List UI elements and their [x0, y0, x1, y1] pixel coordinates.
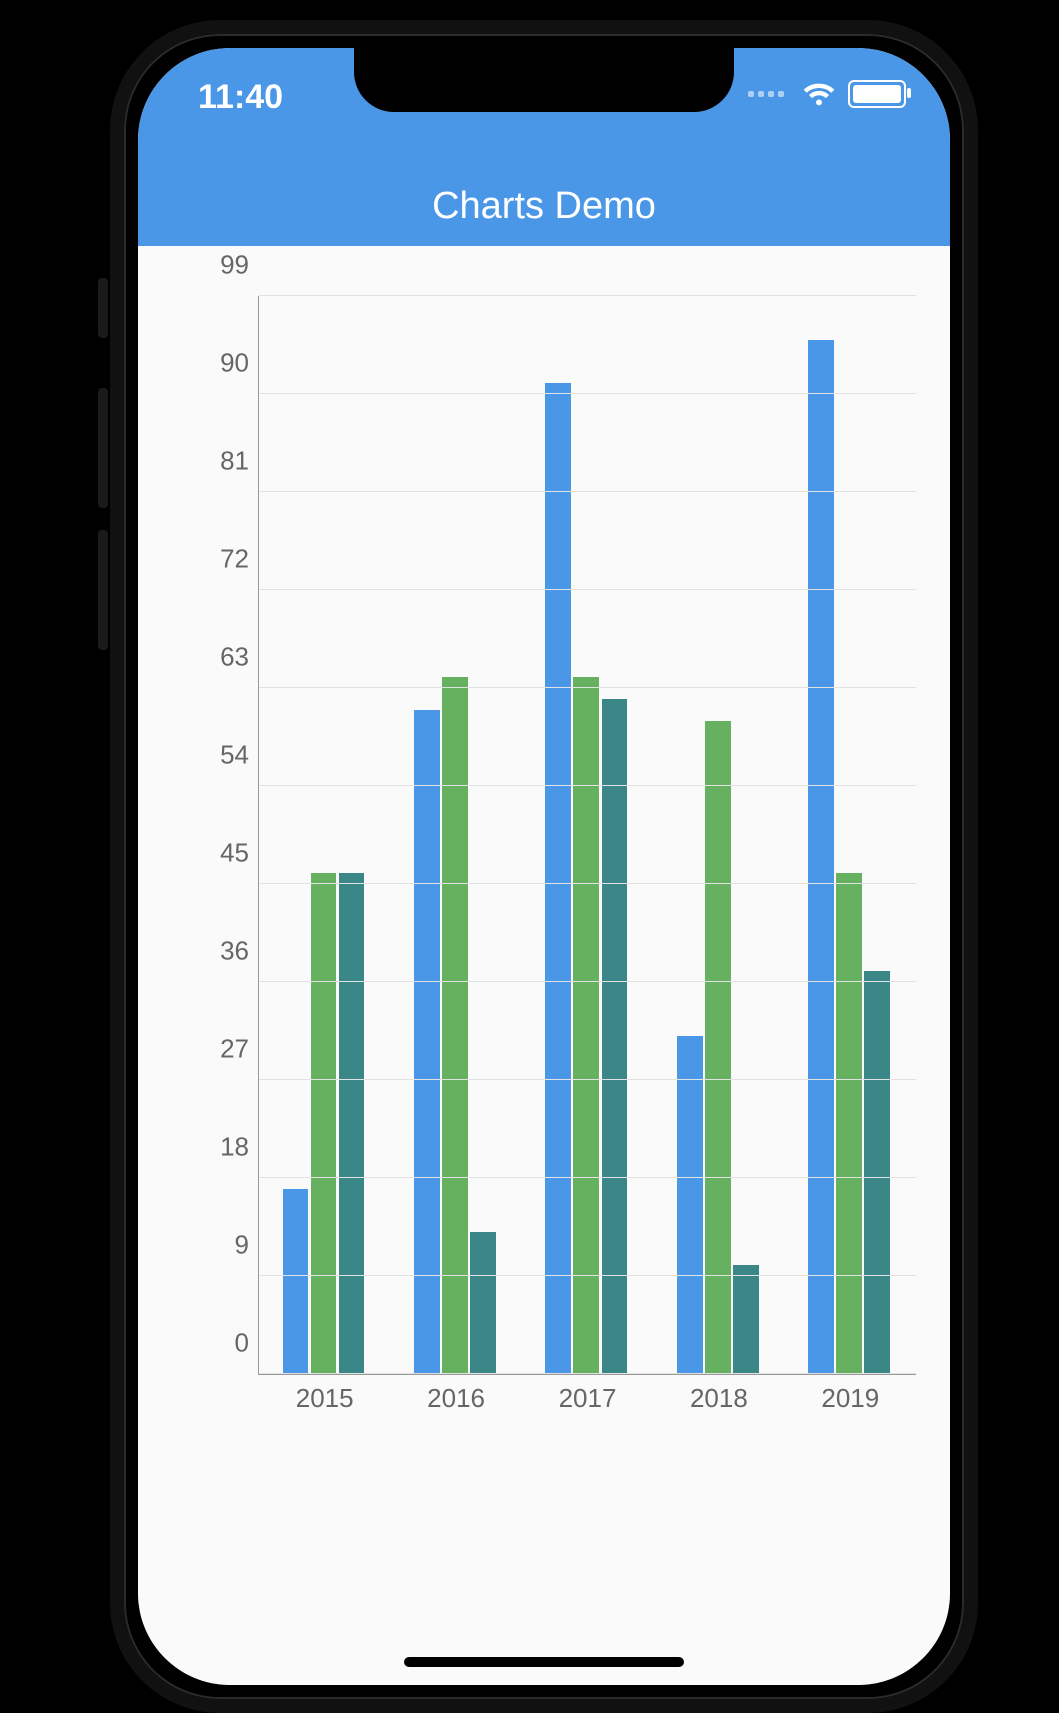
bar[interactable] [442, 677, 468, 1374]
y-tick-label: 90 [201, 348, 249, 379]
nav-bar: Charts Demo [138, 166, 950, 246]
y-tick-label: 72 [201, 544, 249, 575]
plot-area: 0918273645546372819099201520162017201820… [258, 296, 916, 1375]
gridline [259, 785, 916, 786]
bar[interactable] [545, 383, 571, 1374]
gridline [259, 1275, 916, 1276]
mute-switch [98, 278, 108, 338]
bar[interactable] [836, 873, 862, 1374]
wifi-icon [802, 82, 836, 106]
cellular-icon [748, 91, 784, 97]
bar[interactable] [677, 1036, 703, 1374]
gridline [259, 1177, 916, 1178]
y-tick-label: 99 [201, 250, 249, 281]
gridline [259, 1079, 916, 1080]
notch [354, 48, 734, 112]
bar[interactable] [705, 721, 731, 1374]
y-tick-label: 45 [201, 838, 249, 869]
status-time: 11:40 [198, 78, 283, 117]
bar[interactable] [470, 1232, 496, 1374]
gridline [259, 883, 916, 884]
screen: 11:40 Charts Demo 0 9 18 27 36 45 54 63 72 81 90 99… [138, 48, 950, 1685]
bar[interactable] [808, 340, 834, 1374]
gridline [259, 589, 916, 590]
y-tick-label: 81 [201, 446, 249, 477]
nav-title: Charts Demo [432, 185, 656, 228]
phone-frame: 11:40 Charts Demo 0 9 18 27 36 45 54 63 72 81 90 99… [110, 20, 978, 1713]
x-tick-label: 2016 [427, 1383, 485, 1414]
gridline [259, 393, 916, 394]
gridline [259, 1373, 916, 1374]
gridline [259, 491, 916, 492]
bar-chart[interactable]: 0918273645546372819099201520162017201820… [182, 276, 926, 1425]
y-tick-label: 63 [201, 642, 249, 673]
y-tick-label: 0 [201, 1328, 249, 1359]
x-tick-label: 2019 [821, 1383, 879, 1414]
volume-down-button [98, 530, 108, 650]
x-tick-label: 2015 [296, 1383, 354, 1414]
y-tick-label: 9 [201, 1230, 249, 1261]
battery-icon [848, 80, 906, 108]
bar[interactable] [602, 699, 628, 1374]
home-indicator[interactable] [404, 1657, 684, 1667]
y-tick-label: 27 [201, 1034, 249, 1065]
bar[interactable] [283, 1189, 309, 1374]
x-tick-label: 2018 [690, 1383, 748, 1414]
bar[interactable] [573, 677, 599, 1374]
y-tick-label: 54 [201, 740, 249, 771]
gridline [259, 981, 916, 982]
y-tick-label: 36 [201, 936, 249, 967]
bar[interactable] [733, 1265, 759, 1374]
bar[interactable] [311, 873, 337, 1374]
content-area: 0 9 18 27 36 45 54 63 72 81 90 99 2015 2016 2017 2018 20… [138, 246, 950, 1685]
status-icons [748, 80, 906, 108]
volume-up-button [98, 388, 108, 508]
y-tick-label: 18 [201, 1132, 249, 1163]
bar[interactable] [864, 971, 890, 1374]
x-tick-label: 2017 [559, 1383, 617, 1414]
bar[interactable] [339, 873, 365, 1374]
gridline [259, 295, 916, 296]
bars-layer [259, 296, 916, 1374]
gridline [259, 687, 916, 688]
